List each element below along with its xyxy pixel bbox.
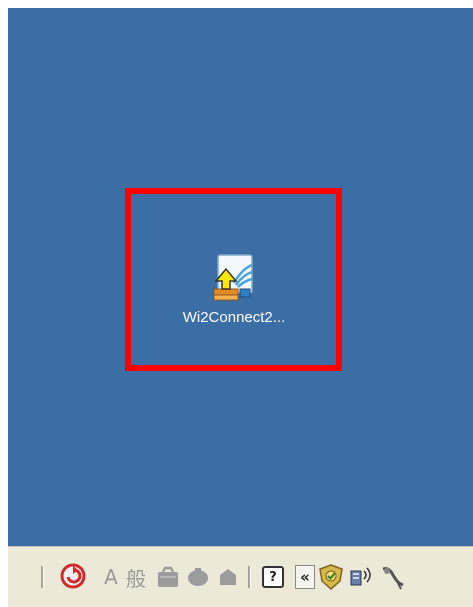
satellite-icon[interactable] xyxy=(378,562,408,592)
help-button[interactable]: ? xyxy=(262,566,284,588)
desktop-icon-wi2connect[interactable]: Wi2Connect2... xyxy=(154,253,314,353)
screen: Wi2Connect2... A 般 ? « xyxy=(0,0,473,607)
network-icon[interactable] xyxy=(346,562,376,592)
desktop-icon-label: Wi2Connect2... xyxy=(182,309,286,326)
norton-security-icon[interactable] xyxy=(317,562,345,592)
show-hidden-icons-button[interactable]: « xyxy=(295,565,315,589)
ime-logo-icon xyxy=(60,563,86,589)
taskbar-separator xyxy=(248,566,251,588)
ime-input-mode[interactable]: A xyxy=(100,563,122,591)
desktop[interactable]: Wi2Connect2... xyxy=(8,8,473,546)
ime-tool-icon[interactable] xyxy=(184,563,212,591)
language-bar-icon[interactable] xyxy=(58,561,88,591)
ime-dictionary-icon[interactable] xyxy=(154,563,182,591)
ime-conversion-mode[interactable]: 般 xyxy=(122,563,150,591)
taskbar-separator xyxy=(41,566,44,588)
ime-pad-icon[interactable] xyxy=(214,563,242,591)
wi2connect-setup-icon xyxy=(213,254,253,301)
taskbar: A 般 ? « xyxy=(8,546,473,607)
pad-icon xyxy=(220,569,236,585)
tool-icon xyxy=(188,568,208,586)
briefcase-icon xyxy=(158,566,178,587)
